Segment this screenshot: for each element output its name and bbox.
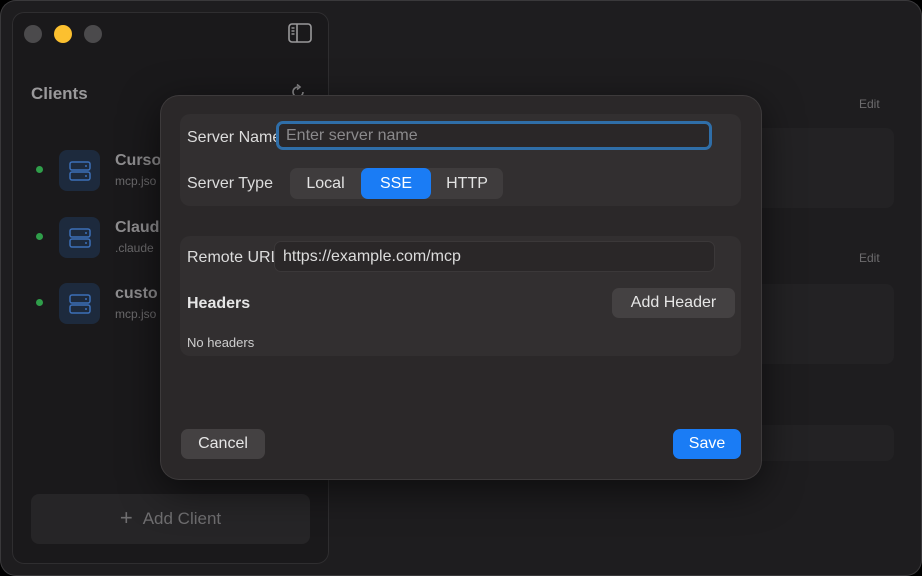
app-window: Clients Curso mcp.jso Claud .claude cust… (0, 0, 922, 576)
server-name-input[interactable] (276, 121, 712, 150)
client-path: .claude (115, 241, 154, 255)
close-window-button[interactable] (24, 25, 42, 43)
clients-title: Clients (31, 84, 88, 103)
server-card (738, 284, 894, 364)
save-button[interactable]: Save (673, 429, 741, 459)
add-client-label: Add Client (142, 509, 222, 528)
status-dot (36, 233, 43, 240)
status-dot (36, 299, 43, 306)
zoom-window-button[interactable] (84, 25, 102, 43)
server-type-selector: Local SSE HTTP (290, 168, 503, 199)
server-icon (59, 150, 100, 191)
client-path: mcp.jso (115, 174, 157, 188)
server-icon (59, 217, 100, 258)
server-card (738, 128, 894, 208)
server-type-sse[interactable]: SSE (361, 168, 431, 199)
server-type-http[interactable]: HTTP (431, 168, 503, 199)
client-path: mcp.jso (115, 307, 157, 321)
remote-url-input[interactable] (274, 241, 715, 272)
minimize-window-button[interactable] (54, 25, 72, 43)
edit-button[interactable]: Edit (859, 251, 880, 265)
server-name-label: Server Name (187, 129, 282, 146)
server-type-label: Server Type (187, 175, 273, 192)
add-server-dialog: Server Name Server Type Local SSE HTTP R… (161, 96, 761, 479)
server-type-local[interactable]: Local (290, 168, 361, 199)
client-name: Claud (115, 219, 160, 236)
plus-icon: + (119, 505, 133, 530)
add-header-button[interactable]: Add Header (612, 288, 735, 318)
add-client-button[interactable]: + Add Client (31, 494, 310, 544)
client-name: Curso (115, 152, 162, 169)
client-name: custo (115, 285, 158, 302)
cancel-button[interactable]: Cancel (181, 429, 265, 459)
edit-button[interactable]: Edit (859, 97, 880, 111)
headers-title: Headers (187, 295, 251, 312)
status-dot (36, 166, 43, 173)
sidebar-toggle-icon[interactable] (288, 23, 312, 43)
remote-url-label: Remote URL (187, 249, 280, 266)
server-icon (59, 283, 100, 324)
no-headers-label: No headers (187, 335, 255, 350)
server-card (738, 425, 894, 461)
